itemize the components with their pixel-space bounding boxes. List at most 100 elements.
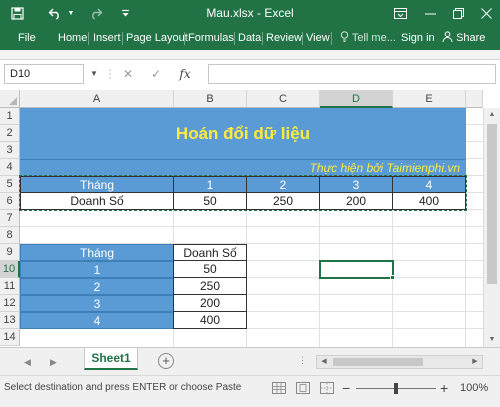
row-header[interactable]: 7 <box>0 210 20 227</box>
sales-value-cell[interactable]: 250 <box>246 192 320 210</box>
tab-split-icon[interactable]: ⋮ <box>298 355 307 366</box>
active-cell-d10[interactable] <box>319 260 394 279</box>
ribbon-body <box>0 50 500 60</box>
column-header-d[interactable]: D <box>320 90 393 108</box>
insert-function-button[interactable]: fx <box>174 64 196 84</box>
tab-review[interactable]: Review <box>266 27 302 50</box>
scroll-right-icon[interactable]: ▶ <box>469 356 481 368</box>
sales-value-cell[interactable]: 200 <box>319 192 393 210</box>
next-sheet-icon[interactable]: ▶ <box>50 348 57 376</box>
row-header[interactable]: 8 <box>0 227 20 244</box>
ribbon-separator <box>331 32 332 45</box>
month-cell[interactable]: 2 <box>246 176 320 193</box>
zoom-out-button[interactable]: − <box>342 378 350 398</box>
row-header[interactable]: 10 <box>0 261 20 278</box>
worksheet-grid: A B C D E 1 2 3 4 5 6 7 8 9 10 11 12 13 … <box>0 90 500 347</box>
redo-icon[interactable] <box>86 0 106 27</box>
vertical-sales-cell[interactable]: 250 <box>173 277 247 295</box>
page-layout-view-icon[interactable] <box>296 382 310 394</box>
tab-file[interactable]: File <box>18 27 36 50</box>
name-box[interactable]: D10 <box>4 64 84 84</box>
tab-home[interactable]: Home <box>58 27 87 50</box>
month-header-cell[interactable]: Tháng <box>20 176 174 193</box>
month-cell[interactable]: 4 <box>392 176 466 193</box>
vertical-month-cell[interactable]: 4 <box>20 312 174 329</box>
vertical-month-cell[interactable]: 1 <box>20 261 174 278</box>
row-header[interactable]: 2 <box>0 125 20 142</box>
sales-value-cell[interactable]: 50 <box>173 192 247 210</box>
column-header-a[interactable]: A <box>20 90 174 108</box>
vertical-month-cell[interactable]: 2 <box>20 278 174 295</box>
column-header-f[interactable] <box>466 90 483 108</box>
sheet-tab-sheet1[interactable]: Sheet1 <box>84 348 138 370</box>
sales-label-cell[interactable]: Doanh Số <box>20 192 174 210</box>
month-cell[interactable]: 1 <box>173 176 247 193</box>
row-header[interactable]: 14 <box>0 329 20 346</box>
sales-value-cell[interactable]: 400 <box>392 192 466 210</box>
select-all-button[interactable] <box>0 90 20 108</box>
title-banner[interactable]: Hoán đổi dữ liệu <box>20 108 466 159</box>
row-header[interactable]: 5 <box>0 176 20 193</box>
customize-icon[interactable] <box>118 0 132 27</box>
lightbulb-icon <box>340 31 352 44</box>
ribbon-separator <box>184 32 185 45</box>
horizontal-scrollbar[interactable]: ◀ ▶ <box>316 355 483 369</box>
page-break-view-icon[interactable] <box>320 382 334 394</box>
normal-view-icon[interactable] <box>272 382 286 394</box>
row-header[interactable]: 12 <box>0 295 20 312</box>
vertical-month-header[interactable]: Tháng <box>20 244 174 261</box>
scroll-left-icon[interactable]: ◀ <box>318 356 330 368</box>
tab-data[interactable]: Data <box>238 27 261 50</box>
close-icon[interactable] <box>472 0 500 27</box>
save-icon[interactable] <box>6 0 28 27</box>
vertical-sales-cell[interactable]: 50 <box>173 260 247 278</box>
scroll-down-icon[interactable]: ▼ <box>484 333 500 347</box>
month-cell[interactable]: 3 <box>319 176 393 193</box>
column-header-b[interactable]: B <box>174 90 247 108</box>
row-header[interactable]: 13 <box>0 312 20 329</box>
vertical-sales-cell[interactable]: 400 <box>173 311 247 329</box>
fill-handle[interactable] <box>390 275 395 280</box>
add-sheet-button[interactable]: + <box>158 353 174 369</box>
tell-me-label: Tell me... <box>351 32 396 44</box>
row-header[interactable]: 6 <box>0 193 20 210</box>
vertical-month-cell[interactable]: 3 <box>20 295 174 312</box>
zoom-slider-thumb[interactable] <box>394 383 398 394</box>
row-header[interactable]: 9 <box>0 244 20 261</box>
tab-page-layout[interactable]: Page Layout <box>126 27 188 50</box>
scroll-up-icon[interactable]: ▲ <box>484 108 500 122</box>
cancel-button[interactable]: ✕ <box>118 64 138 84</box>
status-bar: Select destination and press ENTER or ch… <box>0 375 500 407</box>
row-header[interactable]: 3 <box>0 142 20 159</box>
tab-view[interactable]: View <box>306 27 330 50</box>
column-header-c[interactable]: C <box>247 90 320 108</box>
enter-button[interactable]: ✓ <box>146 64 166 84</box>
horizontal-scroll-thumb[interactable] <box>333 358 423 366</box>
row-header[interactable]: 1 <box>0 108 20 125</box>
status-message: Select destination and press ENTER or ch… <box>4 382 242 393</box>
tell-me-button[interactable]: Tell me... <box>340 27 396 50</box>
zoom-level[interactable]: 100% <box>460 376 488 400</box>
undo-dropdown-icon[interactable]: ▼ <box>66 0 76 27</box>
share-button[interactable]: Share <box>442 27 485 50</box>
vertical-scroll-thumb[interactable] <box>487 124 497 284</box>
credit-banner[interactable]: Thực hiện bởi Taimienphi.vn <box>20 159 466 176</box>
minimize-icon[interactable] <box>416 0 444 27</box>
row-header[interactable]: 4 <box>0 159 20 176</box>
restore-icon[interactable] <box>444 0 472 27</box>
ribbon-separator <box>234 32 235 45</box>
undo-icon[interactable] <box>44 0 66 27</box>
tab-insert[interactable]: Insert <box>93 27 121 50</box>
zoom-in-button[interactable]: + <box>440 378 448 398</box>
vertical-sales-cell[interactable]: 200 <box>173 294 247 312</box>
row-header[interactable]: 11 <box>0 278 20 295</box>
vertical-sales-header[interactable]: Doanh Số <box>173 244 247 261</box>
column-header-e[interactable]: E <box>393 90 466 108</box>
vertical-scrollbar[interactable]: ▲ ▼ <box>483 108 500 347</box>
name-box-dropdown-icon[interactable]: ▼ <box>88 64 100 84</box>
sign-in-button[interactable]: Sign in <box>401 27 435 50</box>
prev-sheet-icon[interactable]: ◀ <box>24 348 31 376</box>
tab-formulas[interactable]: Formulas <box>188 27 234 50</box>
formula-input[interactable] <box>208 64 496 84</box>
ribbon-display-icon[interactable] <box>386 0 414 27</box>
